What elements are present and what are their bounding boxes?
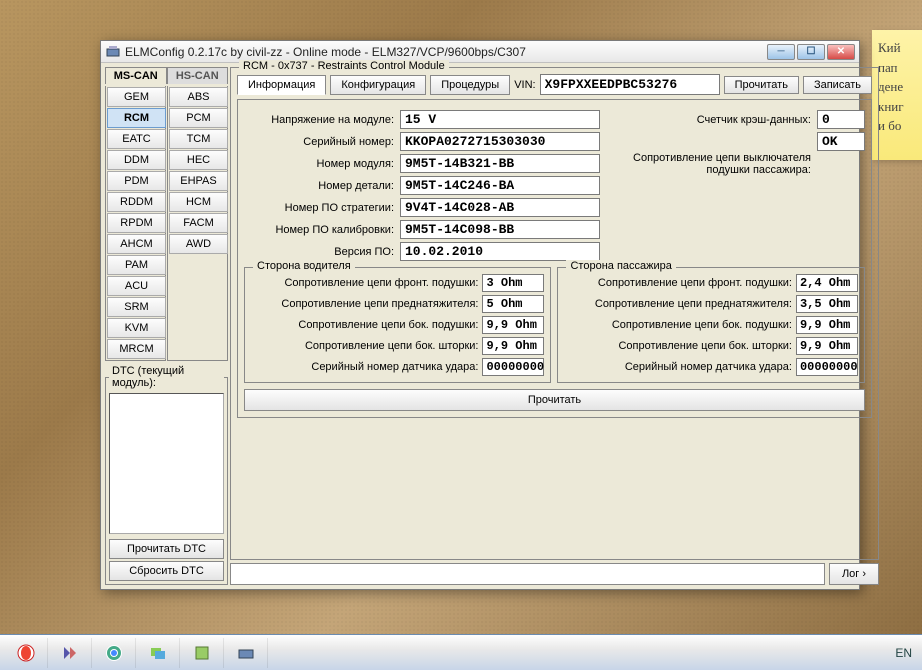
d-pret-val: 5 Ohm bbox=[482, 295, 544, 313]
tab-config[interactable]: Конфигурация bbox=[330, 75, 426, 95]
read-button[interactable]: Прочитать bbox=[724, 76, 799, 94]
p-side-lbl: Сопротивление цепи бок. подушки: bbox=[564, 319, 791, 331]
d-pret-lbl: Сопротивление цепи преднатяжителя: bbox=[251, 298, 478, 310]
p-front-lbl: Сопротивление цепи фронт. подушки: bbox=[564, 277, 791, 289]
label-crash: Счетчик крэш-данных: bbox=[606, 114, 811, 126]
module-pam[interactable]: PAM bbox=[107, 255, 166, 275]
p-sens-lbl: Серийный номер датчика удара: bbox=[564, 361, 791, 373]
log-button[interactable]: Лог › bbox=[829, 563, 879, 585]
module-hcm[interactable]: HCM bbox=[169, 192, 228, 212]
module-hec[interactable]: HEC bbox=[169, 150, 228, 170]
module-facm[interactable]: FACM bbox=[169, 213, 228, 233]
taskbar[interactable]: EN bbox=[0, 634, 922, 670]
dtc-list[interactable] bbox=[109, 393, 224, 534]
label-calnum: Номер ПО калибровки: bbox=[244, 224, 394, 236]
p-side-val: 9,9 Ohm bbox=[796, 316, 858, 334]
sticky-note: Кий пап дене книг и бо bbox=[872, 30, 922, 160]
label-airbag-res: Сопротивление цепи выключателя подушки п… bbox=[606, 152, 811, 176]
taskbar-app1-icon[interactable] bbox=[180, 638, 224, 668]
dtc-group: DTC (текущий модуль): Прочитать DTC Сбро… bbox=[105, 365, 228, 585]
label-modnum: Номер модуля: bbox=[244, 158, 394, 170]
dtc-legend: DTC (текущий модуль): bbox=[109, 365, 224, 389]
p-pret-lbl: Сопротивление цепи преднатяжителя: bbox=[564, 298, 791, 310]
module-acu[interactable]: ACU bbox=[107, 276, 166, 296]
d-side-lbl: Сопротивление цепи бок. подушки: bbox=[251, 319, 478, 331]
taskbar-files-icon[interactable] bbox=[136, 638, 180, 668]
module-abs[interactable]: ABS bbox=[169, 87, 228, 107]
module-ahcm[interactable]: AHCM bbox=[107, 234, 166, 254]
module-eatc[interactable]: EATC bbox=[107, 129, 166, 149]
module-ehpas[interactable]: EHPAS bbox=[169, 171, 228, 191]
module-mrcm[interactable]: MRCM bbox=[107, 339, 166, 359]
chevron-right-icon: › bbox=[862, 568, 866, 580]
taskbar-language[interactable]: EN bbox=[895, 646, 918, 660]
vin-input[interactable] bbox=[540, 74, 720, 95]
titlebar[interactable]: ELMConfig 0.2.17c by civil-zz - Online m… bbox=[101, 41, 859, 63]
tab-ms-can[interactable]: MS-CAN bbox=[105, 67, 167, 84]
tab-info[interactable]: Информация bbox=[237, 75, 326, 95]
app-window: ELMConfig 0.2.17c by civil-zz - Online m… bbox=[100, 40, 860, 590]
p-pret-val: 3,5 Ohm bbox=[796, 295, 858, 313]
label-swver: Версия ПО: bbox=[244, 246, 394, 258]
module-rcm[interactable]: RCM bbox=[107, 108, 166, 128]
module-gem[interactable]: GEM bbox=[107, 87, 166, 107]
app-icon bbox=[105, 44, 121, 60]
module-rpdm[interactable]: RPDM bbox=[107, 213, 166, 233]
taskbar-elmconfig-icon[interactable] bbox=[224, 638, 268, 668]
log-output[interactable] bbox=[230, 563, 825, 585]
taskbar-media-icon[interactable] bbox=[48, 638, 92, 668]
value-modnum: 9M5T-14B321-BB bbox=[400, 154, 600, 173]
d-front-val: 3 Ohm bbox=[482, 274, 544, 292]
p-curt-lbl: Сопротивление цепи бок. шторки: bbox=[564, 340, 791, 352]
close-button[interactable]: ✕ bbox=[827, 44, 855, 60]
value-partnum: 9M5T-14C246-BA bbox=[400, 176, 600, 195]
module-list-left: GEMRCMEATCDDMPDMRDDMRPDMAHCMPAMACUSRMKVM… bbox=[105, 86, 166, 361]
module-awd[interactable]: AWD bbox=[169, 234, 228, 254]
module-pdm[interactable]: PDM bbox=[107, 171, 166, 191]
vin-label: VIN: bbox=[514, 79, 535, 91]
passenger-legend: Сторона пассажира bbox=[566, 260, 675, 272]
p-curt-val: 9,9 Ohm bbox=[796, 337, 858, 355]
rcm-legend: RCM - 0x737 - Restraints Control Module bbox=[239, 60, 449, 72]
d-curt-val: 9,9 Ohm bbox=[482, 337, 544, 355]
value-swver: 10.02.2010 bbox=[400, 242, 600, 261]
read-dtc-button[interactable]: Прочитать DTC bbox=[109, 539, 224, 559]
module-pcm[interactable]: PCM bbox=[169, 108, 228, 128]
module-tcm[interactable]: TCM bbox=[169, 129, 228, 149]
maximize-button[interactable]: ☐ bbox=[797, 44, 825, 60]
d-curt-lbl: Сопротивление цепи бок. шторки: bbox=[251, 340, 478, 352]
value-serial: KKOPA0272715303030 bbox=[400, 132, 600, 151]
value-voltage: 15 V bbox=[400, 110, 600, 129]
driver-legend: Сторона водителя bbox=[253, 260, 355, 272]
module-list-right: ABSPCMTCMHECEHPASHCMFACMAWD bbox=[167, 86, 228, 361]
value-calnum: 9M5T-14C098-BB bbox=[400, 220, 600, 239]
d-front-lbl: Сопротивление цепи фронт. подушки: bbox=[251, 277, 478, 289]
label-partnum: Номер детали: bbox=[244, 180, 394, 192]
module-ddm[interactable]: DDM bbox=[107, 150, 166, 170]
p-front-val: 2,4 Ohm bbox=[796, 274, 858, 292]
value-stratnum: 9V4T-14C028-AB bbox=[400, 198, 600, 217]
d-sens-lbl: Серийный номер датчика удара: bbox=[251, 361, 478, 373]
module-rddm[interactable]: RDDM bbox=[107, 192, 166, 212]
d-sens-val: 00000000 bbox=[482, 358, 544, 376]
d-side-val: 9,9 Ohm bbox=[482, 316, 544, 334]
module-kvm[interactable]: KVM bbox=[107, 318, 166, 338]
minimize-button[interactable]: ─ bbox=[767, 44, 795, 60]
value-airbag-res: OK bbox=[817, 132, 865, 151]
read-all-button[interactable]: Прочитать bbox=[244, 389, 865, 411]
label-voltage: Напряжение на модуле: bbox=[244, 114, 394, 126]
taskbar-opera-icon[interactable] bbox=[4, 638, 48, 668]
window-title: ELMConfig 0.2.17c by civil-zz - Online m… bbox=[125, 45, 767, 59]
value-crash: 0 bbox=[817, 110, 865, 129]
tab-procedures[interactable]: Процедуры bbox=[430, 75, 510, 95]
module-srm[interactable]: SRM bbox=[107, 297, 166, 317]
label-serial: Серийный номер: bbox=[244, 136, 394, 148]
tab-hs-can[interactable]: HS-CAN bbox=[167, 67, 229, 84]
taskbar-chrome-icon[interactable] bbox=[92, 638, 136, 668]
label-stratnum: Номер ПО стратегии: bbox=[244, 202, 394, 214]
p-sens-val: 00000000 bbox=[796, 358, 858, 376]
reset-dtc-button[interactable]: Сбросить DTC bbox=[109, 561, 224, 581]
write-button[interactable]: Записать bbox=[803, 76, 872, 94]
